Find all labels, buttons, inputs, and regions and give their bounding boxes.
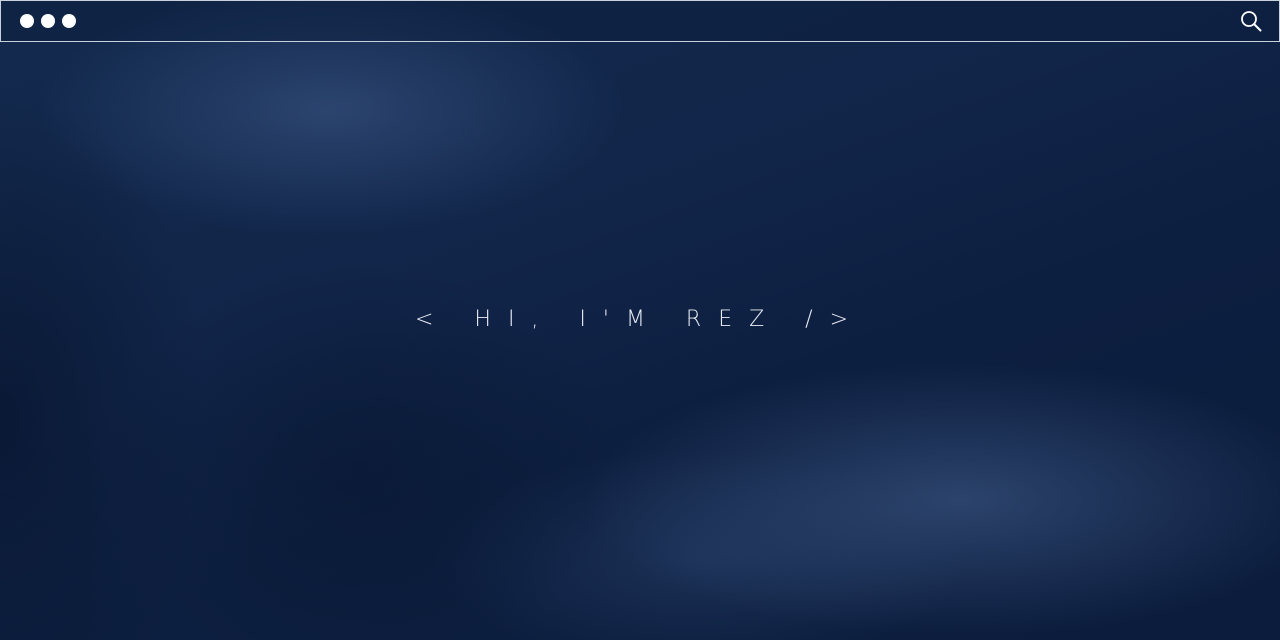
page: < HI, I'M REZ /> (0, 0, 1280, 640)
window-dot-3[interactable] (62, 14, 76, 28)
window-controls (20, 14, 76, 28)
window-dot-1[interactable] (20, 14, 34, 28)
top-bar (0, 0, 1280, 42)
search-button[interactable] (1240, 10, 1262, 32)
hero-heading: < HI, I'M REZ /> (414, 307, 866, 332)
search-icon (1241, 11, 1262, 32)
window-dot-2[interactable] (41, 14, 55, 28)
